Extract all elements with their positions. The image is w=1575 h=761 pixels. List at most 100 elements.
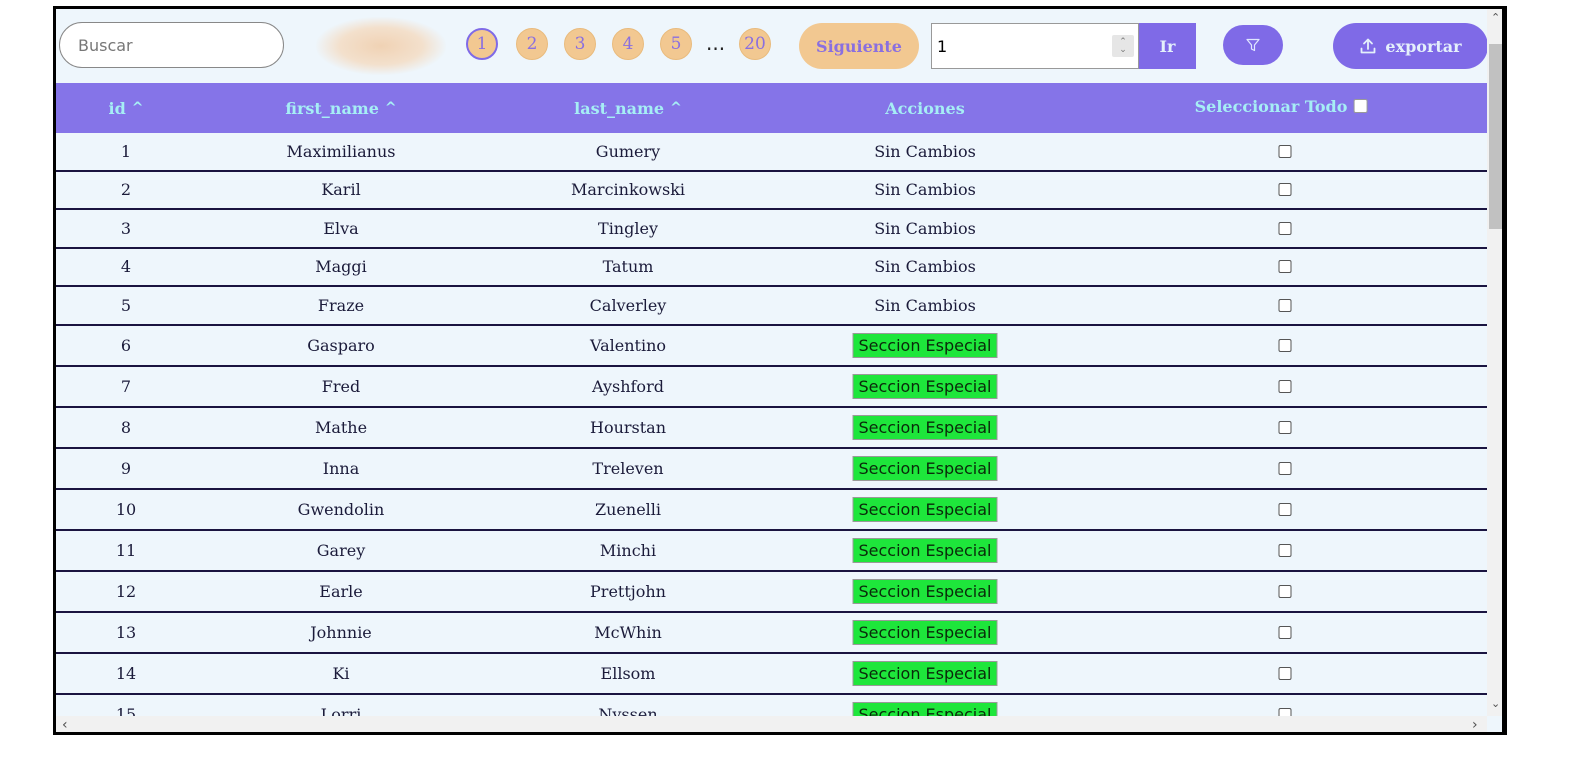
cell-id: 4 [120,257,132,277]
scroll-up-icon[interactable]: ⌃ [1491,11,1500,24]
table-row: 10 Gwendolin Zuenelli Seccion Especial [56,489,1487,531]
special-section-button[interactable]: Seccion Especial [852,578,998,604]
special-section-button[interactable]: Seccion Especial [852,373,998,399]
action-status-text: Sin Cambios [874,218,976,238]
row-checkbox[interactable] [1278,298,1292,312]
scroll-right-icon[interactable]: › [1472,717,1478,732]
header-actions: Acciones [885,98,965,118]
row-checkbox[interactable] [1278,502,1292,516]
special-section-button[interactable]: Seccion Especial [852,332,998,358]
row-checkbox[interactable] [1278,420,1292,434]
cell-last-name: Prettjohn [590,581,666,601]
header-last-name[interactable]: last_name ^ [574,83,682,133]
special-section-button[interactable]: Seccion Especial [852,701,998,716]
row-checkbox[interactable] [1278,221,1292,235]
scroll-left-icon[interactable]: ‹ [62,717,68,732]
sort-caret-icon: ^ [670,100,682,116]
special-section-button[interactable]: Seccion Especial [852,619,998,645]
cell-actions: Sin Cambios [874,133,976,170]
horizontal-scrollbar[interactable]: ‹ › [56,716,1487,732]
scrollbar-thumb[interactable] [1489,44,1502,229]
row-checkbox[interactable] [1278,707,1292,716]
row-checkbox[interactable] [1278,584,1292,598]
table-row: 8 Mathe Hourstan Seccion Especial [56,407,1487,449]
table-row: 14 Ki Ellsom Seccion Especial [56,653,1487,695]
cell-last-name: Calverley [589,295,667,315]
cell-first-name: Mathe [314,417,368,437]
cell-first-name: Fred [321,376,361,396]
cell-last-name: Ayshford [592,376,664,396]
export-button[interactable]: exportar [1333,23,1488,69]
page-button-5[interactable]: 5 [660,28,692,60]
row-checkbox[interactable] [1278,338,1292,352]
cell-actions: Seccion Especial [852,613,998,652]
cell-first-name: Fraze [317,295,365,315]
vertical-scrollbar[interactable]: ⌃ ⌄ [1487,9,1502,716]
cell-select [1278,408,1292,447]
page-button-1[interactable]: 1 [466,28,498,60]
table-row: 3 Elva Tingley Sin Cambios [56,210,1487,249]
cell-last-name: Valentino [590,335,666,355]
header-first-name[interactable]: first_name ^ [285,83,396,133]
row-checkbox[interactable] [1278,144,1292,158]
row-checkbox[interactable] [1278,666,1292,680]
cell-id: 9 [120,458,132,478]
select-all-checkbox[interactable] [1353,99,1368,113]
cell-select [1278,249,1292,286]
cell-id: 7 [120,376,132,396]
search-input[interactable] [59,22,284,68]
go-button[interactable]: Ir [1139,23,1196,69]
cell-last-name: Ellsom [600,663,656,683]
row-checkbox[interactable] [1278,260,1292,274]
cell-select [1278,210,1292,247]
cell-first-name: Inna [322,458,360,478]
header-id[interactable]: id ^ [109,83,144,133]
table-row: 11 Garey Minchi Seccion Especial [56,530,1487,572]
next-page-button[interactable]: Siguiente [799,23,919,69]
cell-actions: Sin Cambios [874,287,976,324]
cell-first-name: Johnnie [310,622,372,642]
cell-select [1278,172,1292,209]
table-row: 6 Gasparo Valentino Seccion Especial [56,325,1487,367]
row-checkbox[interactable] [1278,461,1292,475]
special-section-button[interactable]: Seccion Especial [852,537,998,563]
special-section-button[interactable]: Seccion Especial [852,496,998,522]
row-checkbox[interactable] [1278,543,1292,557]
table-row: 2 Karil Marcinkowski Sin Cambios [56,171,1487,210]
action-status-text: Sin Cambios [874,257,976,277]
row-checkbox[interactable] [1278,625,1292,639]
sort-caret-icon: ^ [384,100,397,116]
export-label: exportar [1385,36,1462,56]
cell-id: 5 [120,295,132,315]
cell-id: 6 [120,335,132,355]
cell-actions: Seccion Especial [852,695,998,716]
cell-id: 3 [120,218,132,238]
cell-select [1278,613,1292,652]
row-checkbox[interactable] [1278,379,1292,393]
special-section-button[interactable]: Seccion Especial [852,455,998,481]
table-row: 5 Fraze Calverley Sin Cambios [56,287,1487,326]
cell-first-name: Gwendolin [297,499,385,519]
cell-first-name: Elva [323,218,359,238]
table-row: 12 Earle Prettjohn Seccion Especial [56,571,1487,613]
page-button-last[interactable]: 20 [739,28,771,60]
cell-id: 12 [115,581,137,601]
page-button-2[interactable]: 2 [516,28,548,60]
cell-last-name: Hourstan [589,417,667,437]
number-spinner[interactable]: ⌃ ⌄ [1112,35,1134,57]
cell-actions: Seccion Especial [852,654,998,693]
row-checkbox[interactable] [1278,183,1292,197]
cell-id: 14 [115,663,137,683]
cell-actions: Seccion Especial [852,572,998,611]
scroll-down-icon[interactable]: ⌄ [1491,697,1500,710]
filter-button[interactable] [1223,25,1283,65]
special-section-button[interactable]: Seccion Especial [852,660,998,686]
page-number-input[interactable]: 1 ⌃ ⌄ [931,23,1139,69]
cell-select [1278,367,1292,406]
cell-actions: Sin Cambios [874,249,976,286]
table-row: 4 Maggi Tatum Sin Cambios [56,248,1487,287]
page-button-3[interactable]: 3 [564,28,596,60]
special-section-button[interactable]: Seccion Especial [852,414,998,440]
cell-actions: Seccion Especial [852,408,998,447]
page-button-4[interactable]: 4 [612,28,644,60]
